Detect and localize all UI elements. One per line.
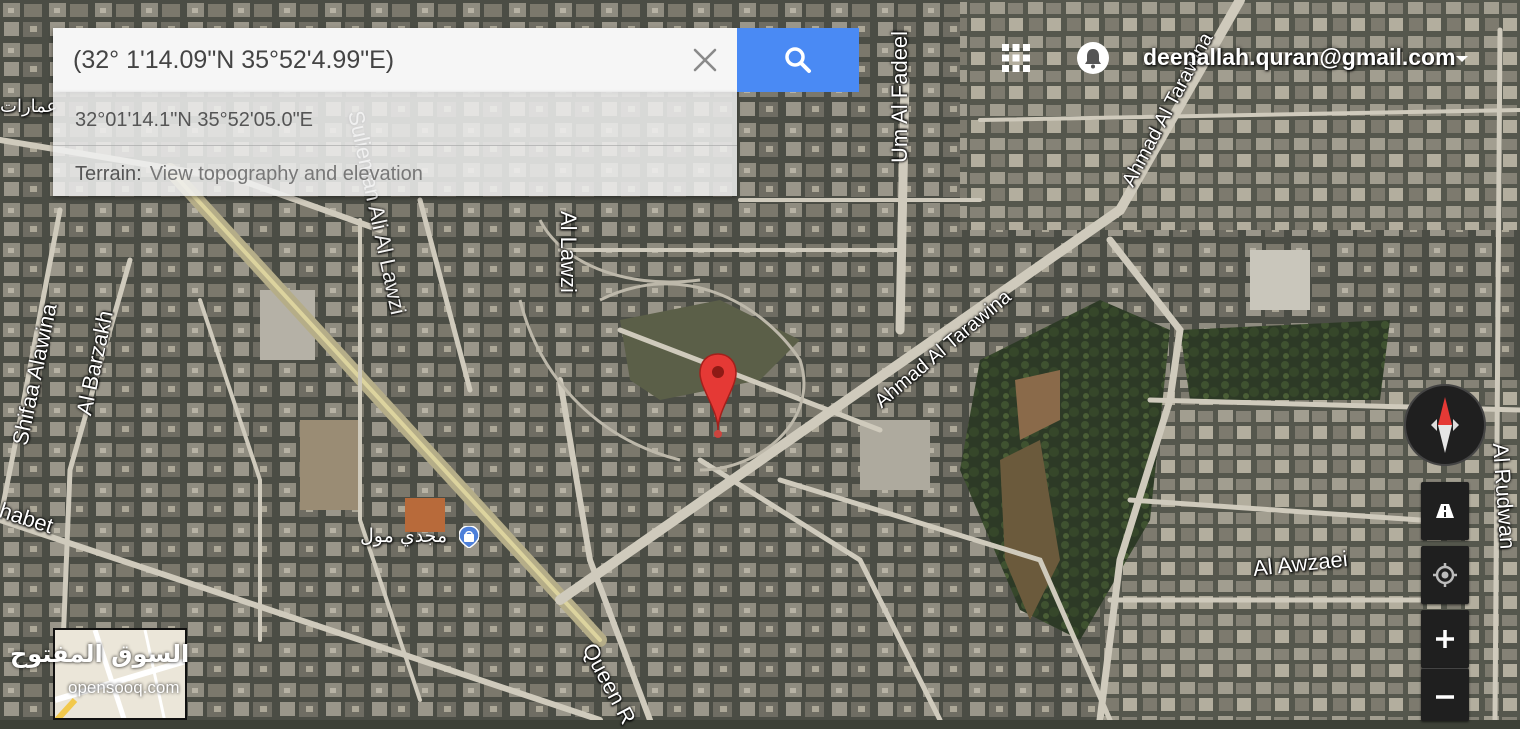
apps-grid-icon[interactable] <box>1001 43 1031 73</box>
compass-icon[interactable] <box>1403 381 1487 469</box>
street-label-al-lawzi: Al Lawzi <box>556 211 581 293</box>
chevron-down-icon[interactable] <box>1455 54 1469 64</box>
map-pin-icon[interactable] <box>698 352 738 442</box>
close-icon[interactable] <box>691 46 719 74</box>
terrain-description: View topography and elevation <box>149 163 423 185</box>
shopping-bag-icon <box>459 525 480 548</box>
watermark-arabic: السوق المفتوح <box>10 640 190 668</box>
suggestion-coordinates[interactable]: 32°01'14.1"N 35°52'05.0"E <box>53 94 737 146</box>
my-location-button[interactable] <box>1421 546 1469 604</box>
search-button[interactable] <box>737 28 859 92</box>
search-input[interactable] <box>73 42 663 78</box>
minus-icon <box>1436 695 1454 699</box>
road-view-icon <box>1436 504 1454 518</box>
suggestion-terrain[interactable]: Terrain: View topography and elevation <box>53 148 737 200</box>
street-label-arabic-edge: عمارات <box>0 96 58 117</box>
zoom-out-button[interactable] <box>1421 668 1469 721</box>
poi-mall-label: مجدي مول <box>360 525 448 547</box>
terrain-label: Terrain: <box>75 163 142 185</box>
suggestion-coordinates-text: 32°01'14.1"N 35°52'05.0"E <box>75 109 314 131</box>
my-location-icon <box>1433 563 1457 587</box>
suggestions-panel: 32°01'14.1"N 35°52'05.0"E Terrain: View t… <box>53 92 737 196</box>
zoom-in-button[interactable] <box>1421 610 1469 668</box>
bell-icon[interactable] <box>1076 41 1110 75</box>
poi-mall[interactable]: مجدي مول <box>360 525 480 548</box>
opensooq-watermark: السوق المفتوح opensooq.com <box>10 640 190 716</box>
search-box <box>53 28 737 92</box>
view-toggle-button[interactable] <box>1421 482 1469 540</box>
street-label-um-al-fadeel: Um Al Fadeel <box>887 30 912 163</box>
plus-icon <box>1436 630 1454 648</box>
watermark-latin: opensooq.com <box>68 678 180 697</box>
search-icon <box>785 47 811 73</box>
account-email[interactable]: deenallah.quran@gmail.com <box>1143 44 1456 71</box>
